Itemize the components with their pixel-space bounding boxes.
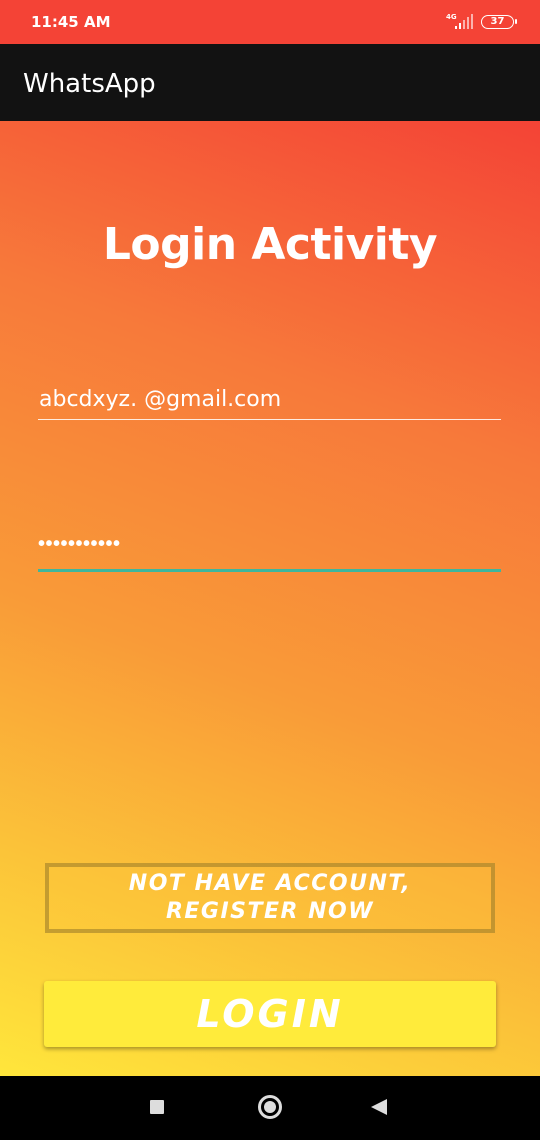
home-button[interactable] [240, 1076, 300, 1140]
recents-icon [150, 1100, 164, 1114]
battery-level: 37 [490, 16, 505, 27]
page-title: Login Activity [102, 219, 438, 270]
login-screen: Login Activity abcdxyz. @gmail.com •••••… [0, 121, 540, 1076]
home-icon [258, 1095, 282, 1119]
battery-icon: 37 [481, 15, 517, 29]
login-label: LOGIN [196, 992, 344, 1036]
signal-icon: 4G [446, 13, 476, 31]
app-bar: WhatsApp [0, 44, 540, 121]
login-button[interactable]: LOGIN [44, 981, 496, 1047]
back-icon [371, 1099, 387, 1115]
register-button[interactable]: NOT HAVE ACCOUNT, REGISTER NOW [45, 863, 495, 933]
status-time: 11:45 AM [31, 13, 111, 31]
email-value[interactable]: abcdxyz. @gmail.com [39, 387, 281, 412]
recents-button[interactable] [127, 1076, 187, 1140]
back-button[interactable] [350, 1076, 410, 1140]
password-value[interactable]: ••••••••••• [38, 533, 121, 556]
register-label-line1: NOT HAVE ACCOUNT, [128, 871, 412, 896]
status-bar: 11:45 AM 4G 37 [0, 0, 540, 44]
register-label-line2: REGISTER NOW [165, 899, 375, 924]
app-title: WhatsApp [23, 69, 156, 99]
password-field[interactable]: ••••••••••• [38, 533, 501, 572]
email-field[interactable]: abcdxyz. @gmail.com [38, 383, 501, 420]
navigation-bar [0, 1076, 540, 1140]
